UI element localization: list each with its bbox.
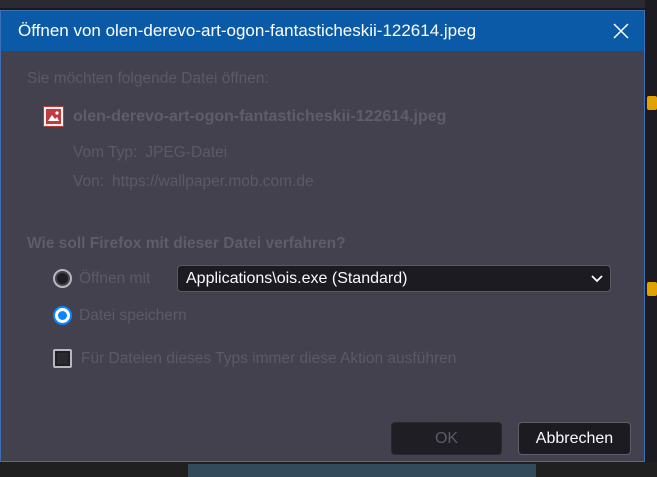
background-window-bottom <box>0 462 657 477</box>
background-image-strip <box>188 464 536 477</box>
save-file-radio[interactable] <box>53 306 72 325</box>
image-file-glyph <box>46 109 61 124</box>
file-type-label: Vom Typ: <box>73 144 138 161</box>
background-accent <box>647 96 657 110</box>
chevron-down-icon <box>591 275 603 283</box>
save-file-label[interactable]: Datei speichern <box>79 307 187 325</box>
file-type-row: Vom Typ: JPEG-Datei <box>73 144 227 162</box>
file-source-row: Von: https://wallpaper.mob.com.de <box>73 173 314 191</box>
application-select[interactable]: Applications\ois.exe (Standard) <box>177 265 611 292</box>
file-type-value: JPEG-Datei <box>145 144 228 161</box>
file-name: olen-derevo-art-ogon-fantasticheskii-122… <box>73 108 447 125</box>
background-accent <box>647 282 657 296</box>
close-icon <box>613 23 629 39</box>
open-file-dialog: Öffnen von olen-derevo-art-ogon-fantasti… <box>0 10 645 462</box>
always-do-label[interactable]: Für Dateien dieses Typs immer diese Akti… <box>81 350 456 368</box>
action-question: Wie soll Firefox mit dieser Datei verfah… <box>27 235 346 252</box>
file-source-value: https://wallpaper.mob.com.de <box>112 173 314 190</box>
close-button[interactable] <box>598 11 644 51</box>
cancel-button[interactable]: Abbrechen <box>518 422 631 455</box>
application-select-value: Applications\ois.exe (Standard) <box>186 270 408 287</box>
open-with-label[interactable]: Öffnen mit <box>79 270 150 288</box>
background-window-top <box>0 0 657 8</box>
dialog-title: Öffnen von olen-derevo-art-ogon-fantasti… <box>18 21 477 40</box>
dialog-titlebar[interactable]: Öffnen von olen-derevo-art-ogon-fantasti… <box>1 11 644 51</box>
file-source-label: Von: <box>73 173 105 190</box>
image-file-icon <box>43 106 64 127</box>
open-with-radio[interactable] <box>53 269 72 288</box>
background-window-right <box>645 0 657 477</box>
dialog-intro: Sie möchten folgende Datei öffnen: <box>27 70 269 87</box>
ok-button[interactable]: OK <box>391 422 502 455</box>
always-do-checkbox[interactable] <box>53 349 72 368</box>
